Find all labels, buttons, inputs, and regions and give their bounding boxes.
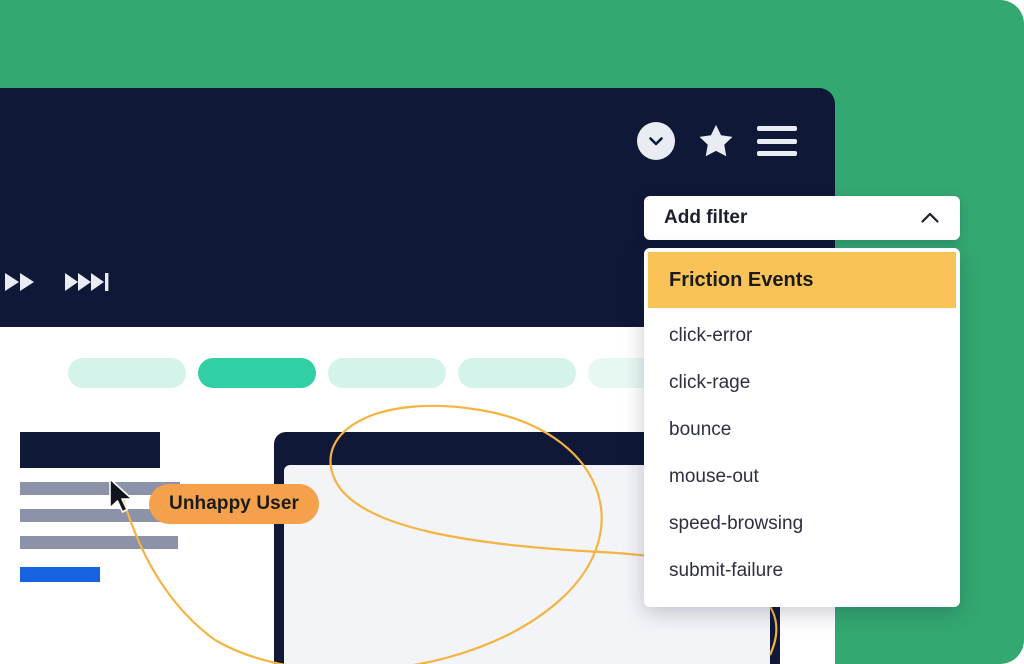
nav-pill-3[interactable] [458,358,576,388]
filter-option[interactable]: bounce [644,406,960,453]
filter-option-list: click-error click-rage bounce mouse-out spee… [644,312,960,594]
filter-options-menu[interactable]: Friction Events click-error click-rage bou… [644,248,960,607]
pill-filter-row [68,358,706,388]
topbar-icon-cluster [637,122,797,160]
chevron-up-icon[interactable] [920,211,940,225]
nav-pill-0[interactable] [68,358,186,388]
add-filter-label: Add filter [664,207,748,228]
star-icon[interactable] [697,122,735,160]
add-filter-select[interactable]: Add filter [644,196,960,240]
nav-pill-2[interactable] [328,358,446,388]
playback-controls [4,270,114,294]
filter-option[interactable]: click-rage [644,359,960,406]
mouse-cursor-icon [109,478,133,513]
filter-option[interactable]: mouse-out [644,453,960,500]
fast-forward-button[interactable] [4,270,38,294]
filter-option-selected[interactable]: Friction Events [648,252,956,308]
filter-option[interactable]: speed-browsing [644,500,960,547]
placeholder-cta-button[interactable] [20,567,100,582]
player-topbar [0,88,835,291]
screenshot-root: Unhappy User Add filter Friction Events … [0,0,1024,664]
placeholder-line [20,536,178,549]
circle-chevron-down-icon[interactable] [637,122,675,160]
filter-option[interactable]: submit-failure [644,547,960,594]
nav-pill-1[interactable] [198,358,316,388]
placeholder-heading [20,432,160,468]
skip-to-end-button[interactable] [64,270,114,294]
unhappy-user-tooltip: Unhappy User [149,484,320,524]
filter-option[interactable]: click-error [644,312,960,359]
hamburger-menu-icon[interactable] [757,126,797,156]
